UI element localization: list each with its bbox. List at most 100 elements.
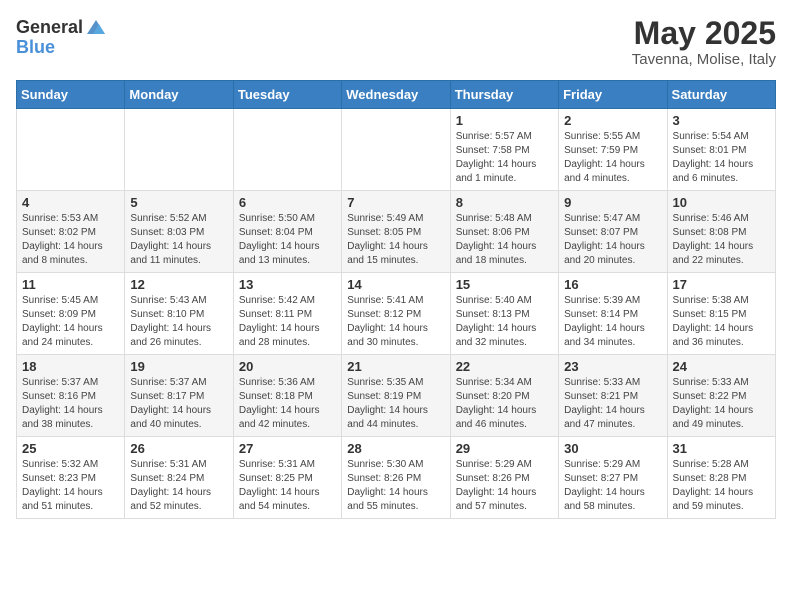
calendar-cell [342, 109, 450, 191]
day-number: 24 [673, 359, 770, 374]
day-info: Sunrise: 5:40 AM Sunset: 8:13 PM Dayligh… [456, 294, 553, 350]
day-info: Sunrise: 5:29 AM Sunset: 8:27 PM Dayligh… [564, 458, 661, 514]
calendar-cell: 12 Sunrise: 5:43 AM Sunset: 8:10 PM Dayli… [125, 273, 233, 355]
day-info: Sunrise: 5:28 AM Sunset: 8:28 PM Dayligh… [673, 458, 770, 514]
calendar-cell: 18Sunrise: 5:37 AM Sunset: 8:16 PM Dayli… [17, 355, 125, 437]
day-info: Sunrise: 5:33 AM Sunset: 8:21 PM Dayligh… [564, 376, 661, 432]
calendar-cell: 29 Sunrise: 5:29 AM Sunset: 8:26 PM Dayli… [450, 437, 558, 519]
calendar-header-saturday: Saturday [667, 81, 775, 109]
day-info: Sunrise: 5:47 AM Sunset: 8:07 PM Dayligh… [564, 212, 661, 268]
day-number: 7 [347, 195, 444, 210]
calendar-week-row: 18Sunrise: 5:37 AM Sunset: 8:16 PM Dayli… [17, 355, 776, 437]
day-info: Sunrise: 5:31 AM Sunset: 8:25 PM Dayligh… [239, 458, 336, 514]
calendar-cell: 7 Sunrise: 5:49 AM Sunset: 8:05 PM Daylig… [342, 191, 450, 273]
day-number: 15 [456, 277, 553, 292]
calendar-cell: 31 Sunrise: 5:28 AM Sunset: 8:28 PM Dayli… [667, 437, 775, 519]
calendar-cell [17, 109, 125, 191]
day-info: Sunrise: 5:46 AM Sunset: 8:08 PM Dayligh… [673, 212, 770, 268]
day-number: 1 [456, 113, 553, 128]
day-number: 9 [564, 195, 661, 210]
day-number: 8 [456, 195, 553, 210]
day-info: Sunrise: 5:50 AM Sunset: 8:04 PM Dayligh… [239, 212, 336, 268]
calendar-cell: 13 Sunrise: 5:42 AM Sunset: 8:11 PM Dayli… [233, 273, 341, 355]
calendar-cell: 1 Sunrise: 5:57 AM Sunset: 7:58 PM Daylig… [450, 109, 558, 191]
day-number: 25 [22, 441, 119, 456]
page-header: General Blue May 2025 Tavenna, Molise, I… [16, 16, 776, 68]
calendar-week-row: 25 Sunrise: 5:32 AM Sunset: 8:23 PM Dayli… [17, 437, 776, 519]
calendar-cell [125, 109, 233, 191]
day-info: Sunrise: 5:36 AM Sunset: 8:18 PM Dayligh… [239, 376, 336, 432]
day-info: Sunrise: 5:35 AM Sunset: 8:19 PM Dayligh… [347, 376, 444, 432]
day-number: 13 [239, 277, 336, 292]
day-info: Sunrise: 5:55 AM Sunset: 7:59 PM Dayligh… [564, 130, 661, 186]
calendar-header-thursday: Thursday [450, 81, 558, 109]
calendar-header-wednesday: Wednesday [342, 81, 450, 109]
calendar-cell: 4 Sunrise: 5:53 AM Sunset: 8:02 PM Daylig… [17, 191, 125, 273]
day-number: 12 [130, 277, 227, 292]
main-title: May 2025 [632, 16, 776, 51]
calendar-header-monday: Monday [125, 81, 233, 109]
day-number: 4 [22, 195, 119, 210]
day-info: Sunrise: 5:57 AM Sunset: 7:58 PM Dayligh… [456, 130, 553, 186]
calendar-cell: 14Sunrise: 5:41 AM Sunset: 8:12 PM Dayli… [342, 273, 450, 355]
calendar-cell: 10 Sunrise: 5:46 AM Sunset: 8:08 PM Dayli… [667, 191, 775, 273]
calendar-header-friday: Friday [559, 81, 667, 109]
day-number: 28 [347, 441, 444, 456]
day-info: Sunrise: 5:45 AM Sunset: 8:09 PM Dayligh… [22, 294, 119, 350]
calendar-cell: 15 Sunrise: 5:40 AM Sunset: 8:13 PM Dayli… [450, 273, 558, 355]
day-number: 10 [673, 195, 770, 210]
calendar-week-row: 1 Sunrise: 5:57 AM Sunset: 7:58 PM Daylig… [17, 109, 776, 191]
day-number: 18 [22, 359, 119, 374]
logo-general: General [16, 18, 83, 36]
calendar-cell: 27 Sunrise: 5:31 AM Sunset: 8:25 PM Dayli… [233, 437, 341, 519]
day-info: Sunrise: 5:48 AM Sunset: 8:06 PM Dayligh… [456, 212, 553, 268]
day-number: 22 [456, 359, 553, 374]
calendar-cell: 21Sunrise: 5:35 AM Sunset: 8:19 PM Dayli… [342, 355, 450, 437]
day-number: 23 [564, 359, 661, 374]
day-info: Sunrise: 5:39 AM Sunset: 8:14 PM Dayligh… [564, 294, 661, 350]
day-info: Sunrise: 5:43 AM Sunset: 8:10 PM Dayligh… [130, 294, 227, 350]
calendar-cell: 20Sunrise: 5:36 AM Sunset: 8:18 PM Dayli… [233, 355, 341, 437]
calendar-cell: 17 Sunrise: 5:38 AM Sunset: 8:15 PM Dayli… [667, 273, 775, 355]
day-info: Sunrise: 5:34 AM Sunset: 8:20 PM Dayligh… [456, 376, 553, 432]
day-number: 29 [456, 441, 553, 456]
calendar-cell: 25 Sunrise: 5:32 AM Sunset: 8:23 PM Dayli… [17, 437, 125, 519]
day-info: Sunrise: 5:29 AM Sunset: 8:26 PM Dayligh… [456, 458, 553, 514]
day-number: 6 [239, 195, 336, 210]
calendar-cell: 3Sunrise: 5:54 AM Sunset: 8:01 PM Daylig… [667, 109, 775, 191]
calendar-cell: 9 Sunrise: 5:47 AM Sunset: 8:07 PM Daylig… [559, 191, 667, 273]
title-block: May 2025 Tavenna, Molise, Italy [632, 16, 776, 68]
day-info: Sunrise: 5:32 AM Sunset: 8:23 PM Dayligh… [22, 458, 119, 514]
day-info: Sunrise: 5:30 AM Sunset: 8:26 PM Dayligh… [347, 458, 444, 514]
calendar-table: SundayMondayTuesdayWednesdayThursdayFrid… [16, 80, 776, 519]
day-info: Sunrise: 5:38 AM Sunset: 8:15 PM Dayligh… [673, 294, 770, 350]
day-info: Sunrise: 5:37 AM Sunset: 8:17 PM Dayligh… [130, 376, 227, 432]
subtitle: Tavenna, Molise, Italy [632, 51, 776, 68]
calendar-week-row: 11Sunrise: 5:45 AM Sunset: 8:09 PM Dayli… [17, 273, 776, 355]
day-info: Sunrise: 5:49 AM Sunset: 8:05 PM Dayligh… [347, 212, 444, 268]
day-info: Sunrise: 5:53 AM Sunset: 8:02 PM Dayligh… [22, 212, 119, 268]
day-info: Sunrise: 5:42 AM Sunset: 8:11 PM Dayligh… [239, 294, 336, 350]
calendar-cell [233, 109, 341, 191]
calendar-cell: 6 Sunrise: 5:50 AM Sunset: 8:04 PM Daylig… [233, 191, 341, 273]
day-number: 30 [564, 441, 661, 456]
logo-blue: Blue [16, 37, 55, 57]
day-info: Sunrise: 5:31 AM Sunset: 8:24 PM Dayligh… [130, 458, 227, 514]
logo-icon [85, 16, 107, 38]
day-number: 16 [564, 277, 661, 292]
calendar-header-sunday: Sunday [17, 81, 125, 109]
calendar-cell: 26 Sunrise: 5:31 AM Sunset: 8:24 PM Dayli… [125, 437, 233, 519]
calendar-cell: 2 Sunrise: 5:55 AM Sunset: 7:59 PM Daylig… [559, 109, 667, 191]
day-number: 17 [673, 277, 770, 292]
day-number: 26 [130, 441, 227, 456]
day-info: Sunrise: 5:41 AM Sunset: 8:12 PM Dayligh… [347, 294, 444, 350]
calendar-header-tuesday: Tuesday [233, 81, 341, 109]
day-number: 27 [239, 441, 336, 456]
calendar-cell: 16 Sunrise: 5:39 AM Sunset: 8:14 PM Dayli… [559, 273, 667, 355]
day-info: Sunrise: 5:54 AM Sunset: 8:01 PM Dayligh… [673, 130, 770, 186]
calendar-cell: 24Sunrise: 5:33 AM Sunset: 8:22 PM Dayli… [667, 355, 775, 437]
day-number: 31 [673, 441, 770, 456]
calendar-week-row: 4 Sunrise: 5:53 AM Sunset: 8:02 PM Daylig… [17, 191, 776, 273]
calendar-cell: 8 Sunrise: 5:48 AM Sunset: 8:06 PM Daylig… [450, 191, 558, 273]
day-number: 2 [564, 113, 661, 128]
